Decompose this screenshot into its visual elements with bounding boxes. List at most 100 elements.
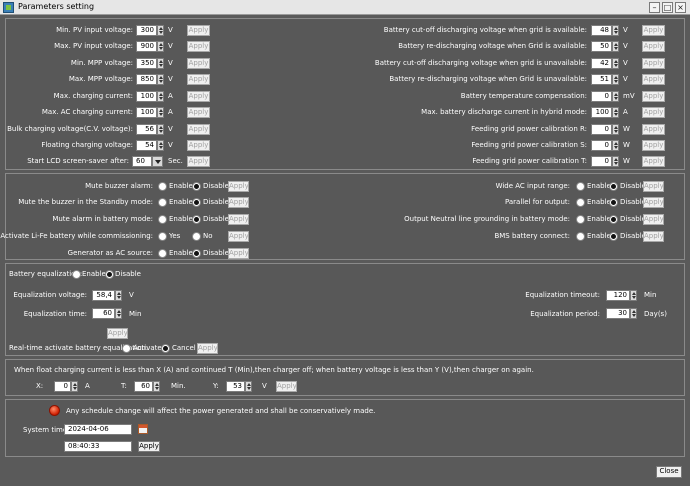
max-charging-current-input[interactable]: 100 bbox=[136, 91, 157, 102]
max-battery-discharge-current-spinner[interactable] bbox=[612, 107, 619, 118]
bulk-charging-voltage-input[interactable]: 56 bbox=[136, 124, 157, 135]
maximize-button[interactable]: □ bbox=[662, 2, 673, 13]
float-y-input[interactable]: 53 bbox=[226, 381, 245, 392]
min-mpp-voltage-input[interactable]: 350 bbox=[136, 58, 157, 69]
min-pv-voltage-apply-button[interactable]: Apply bbox=[187, 25, 210, 36]
floating-charging-voltage-apply-button[interactable]: Apply bbox=[187, 140, 210, 151]
max-charging-current-spinner[interactable] bbox=[157, 91, 164, 102]
redischarge-voltage-grid-unavailable-spinner[interactable] bbox=[612, 74, 619, 85]
equalization-voltage-spinner[interactable] bbox=[115, 290, 122, 301]
minimize-button[interactable]: – bbox=[649, 2, 660, 13]
feeding-grid-calibration-t-input[interactable]: 0 bbox=[591, 156, 612, 167]
feeding-grid-calibration-r-input[interactable]: 0 bbox=[591, 124, 612, 135]
min-pv-voltage-spinner[interactable] bbox=[157, 25, 164, 36]
parallel-output-enable-radio[interactable] bbox=[576, 198, 585, 207]
redischarge-voltage-grid-unavailable-input[interactable]: 51 bbox=[591, 74, 612, 85]
equalization-voltage-input[interactable]: 58,4 bbox=[92, 290, 115, 301]
mute-buzzer-standby-disable-radio[interactable] bbox=[192, 198, 201, 207]
system-date-input[interactable]: 2024-04-06 bbox=[64, 424, 132, 435]
equalization-period-input[interactable]: 30 bbox=[606, 308, 630, 319]
float-y-spinner[interactable] bbox=[245, 381, 252, 392]
battery-temp-compensation-apply-button[interactable]: Apply bbox=[642, 91, 665, 102]
max-mpp-voltage-apply-button[interactable]: Apply bbox=[187, 74, 210, 85]
close-button[interactable]: Close bbox=[656, 466, 682, 478]
redischarge-voltage-grid-available-apply-button[interactable]: Apply bbox=[642, 41, 665, 52]
lifepo-commissioning-yes-radio[interactable] bbox=[158, 232, 167, 241]
floating-charging-voltage-spinner[interactable] bbox=[157, 140, 164, 151]
max-mpp-voltage-input[interactable]: 850 bbox=[136, 74, 157, 85]
bulk-charging-voltage-spinner[interactable] bbox=[157, 124, 164, 135]
cutoff-voltage-grid-unavailable-spinner[interactable] bbox=[612, 58, 619, 69]
generator-ac-source-apply-button[interactable]: Apply bbox=[228, 248, 249, 259]
redischarge-voltage-grid-available-spinner[interactable] bbox=[612, 41, 619, 52]
realtime-equalization-apply-button[interactable]: Apply bbox=[197, 343, 218, 354]
max-battery-discharge-current-input[interactable]: 100 bbox=[591, 107, 612, 118]
max-charging-current-apply-button[interactable]: Apply bbox=[187, 91, 210, 102]
system-time-apply-button[interactable]: Apply bbox=[138, 441, 160, 452]
max-battery-discharge-current-apply-button[interactable]: Apply bbox=[642, 107, 665, 118]
mute-buzzer-alarm-disable-radio[interactable] bbox=[192, 182, 201, 191]
min-mpp-voltage-spinner[interactable] bbox=[157, 58, 164, 69]
mute-buzzer-standby-apply-button[interactable]: Apply bbox=[228, 197, 249, 208]
feeding-grid-calibration-r-spinner[interactable] bbox=[612, 124, 619, 135]
max-ac-charging-current-input[interactable]: 100 bbox=[136, 107, 157, 118]
generator-ac-source-enable-radio[interactable] bbox=[158, 249, 167, 258]
realtime-equalization-cancel-radio[interactable] bbox=[161, 344, 170, 353]
mute-alarm-battery-disable-radio[interactable] bbox=[192, 215, 201, 224]
generator-ac-source-disable-radio[interactable] bbox=[192, 249, 201, 258]
max-mpp-voltage-spinner[interactable] bbox=[157, 74, 164, 85]
feeding-grid-calibration-r-apply-button[interactable]: Apply bbox=[642, 124, 665, 135]
cutoff-voltage-grid-unavailable-input[interactable]: 42 bbox=[591, 58, 612, 69]
bms-battery-connect-enable-radio[interactable] bbox=[576, 232, 585, 241]
max-pv-voltage-apply-button[interactable]: Apply bbox=[187, 41, 210, 52]
mute-alarm-battery-apply-button[interactable]: Apply bbox=[228, 214, 249, 225]
battery-temp-compensation-input[interactable]: 0 bbox=[591, 91, 612, 102]
realtime-equalization-activate-radio[interactable] bbox=[122, 344, 131, 353]
max-ac-charging-current-spinner[interactable] bbox=[157, 107, 164, 118]
bms-battery-connect-apply-button[interactable]: Apply bbox=[643, 231, 664, 242]
equalization-time-spinner[interactable] bbox=[115, 308, 122, 319]
bulk-charging-voltage-apply-button[interactable]: Apply bbox=[187, 124, 210, 135]
feeding-grid-calibration-t-spinner[interactable] bbox=[612, 156, 619, 167]
chevron-down-icon[interactable] bbox=[152, 156, 163, 167]
cutoff-voltage-grid-available-input[interactable]: 48 bbox=[591, 25, 612, 36]
battery-temp-compensation-spinner[interactable] bbox=[612, 91, 619, 102]
float-charging-apply-button[interactable]: Apply bbox=[276, 381, 297, 392]
float-x-input[interactable]: 0 bbox=[54, 381, 71, 392]
wide-ac-input-apply-button[interactable]: Apply bbox=[643, 181, 664, 192]
equalization-apply-button[interactable]: Apply bbox=[107, 328, 128, 339]
wide-ac-input-disable-radio[interactable] bbox=[609, 182, 618, 191]
mute-buzzer-standby-enable-radio[interactable] bbox=[158, 198, 167, 207]
equalization-timeout-input[interactable]: 120 bbox=[606, 290, 630, 301]
cutoff-voltage-grid-unavailable-apply-button[interactable]: Apply bbox=[642, 58, 665, 69]
mute-buzzer-alarm-enable-radio[interactable] bbox=[158, 182, 167, 191]
equalization-period-spinner[interactable] bbox=[630, 308, 637, 319]
float-t-spinner[interactable] bbox=[153, 381, 160, 392]
redischarge-voltage-grid-unavailable-apply-button[interactable]: Apply bbox=[642, 74, 665, 85]
lifepo-commissioning-no-radio[interactable] bbox=[192, 232, 201, 241]
battery-equalization-enable-radio[interactable] bbox=[72, 270, 81, 279]
equalization-timeout-spinner[interactable] bbox=[630, 290, 637, 301]
lcd-screensaver-select[interactable]: 60 bbox=[132, 156, 152, 167]
system-time-input[interactable]: 08:40:33 bbox=[64, 441, 132, 452]
lifepo-commissioning-apply-button[interactable]: Apply bbox=[228, 231, 249, 242]
cutoff-voltage-grid-available-apply-button[interactable]: Apply bbox=[642, 25, 665, 36]
close-window-button[interactable]: × bbox=[675, 2, 686, 13]
neutral-grounding-disable-radio[interactable] bbox=[609, 215, 618, 224]
float-t-input[interactable]: 60 bbox=[134, 381, 153, 392]
mute-alarm-battery-enable-radio[interactable] bbox=[158, 215, 167, 224]
float-x-spinner[interactable] bbox=[71, 381, 78, 392]
min-mpp-voltage-apply-button[interactable]: Apply bbox=[187, 58, 210, 69]
calendar-icon[interactable] bbox=[138, 424, 148, 434]
feeding-grid-calibration-s-apply-button[interactable]: Apply bbox=[642, 140, 665, 151]
feeding-grid-calibration-t-apply-button[interactable]: Apply bbox=[642, 156, 665, 167]
wide-ac-input-enable-radio[interactable] bbox=[576, 182, 585, 191]
battery-equalization-disable-radio[interactable] bbox=[105, 270, 114, 279]
equalization-time-input[interactable]: 60 bbox=[92, 308, 115, 319]
mute-buzzer-alarm-apply-button[interactable]: Apply bbox=[228, 181, 249, 192]
feeding-grid-calibration-s-spinner[interactable] bbox=[612, 140, 619, 151]
parallel-output-disable-radio[interactable] bbox=[609, 198, 618, 207]
redischarge-voltage-grid-available-input[interactable]: 50 bbox=[591, 41, 612, 52]
neutral-grounding-apply-button[interactable]: Apply bbox=[643, 214, 664, 225]
max-pv-voltage-input[interactable]: 900 bbox=[136, 41, 157, 52]
